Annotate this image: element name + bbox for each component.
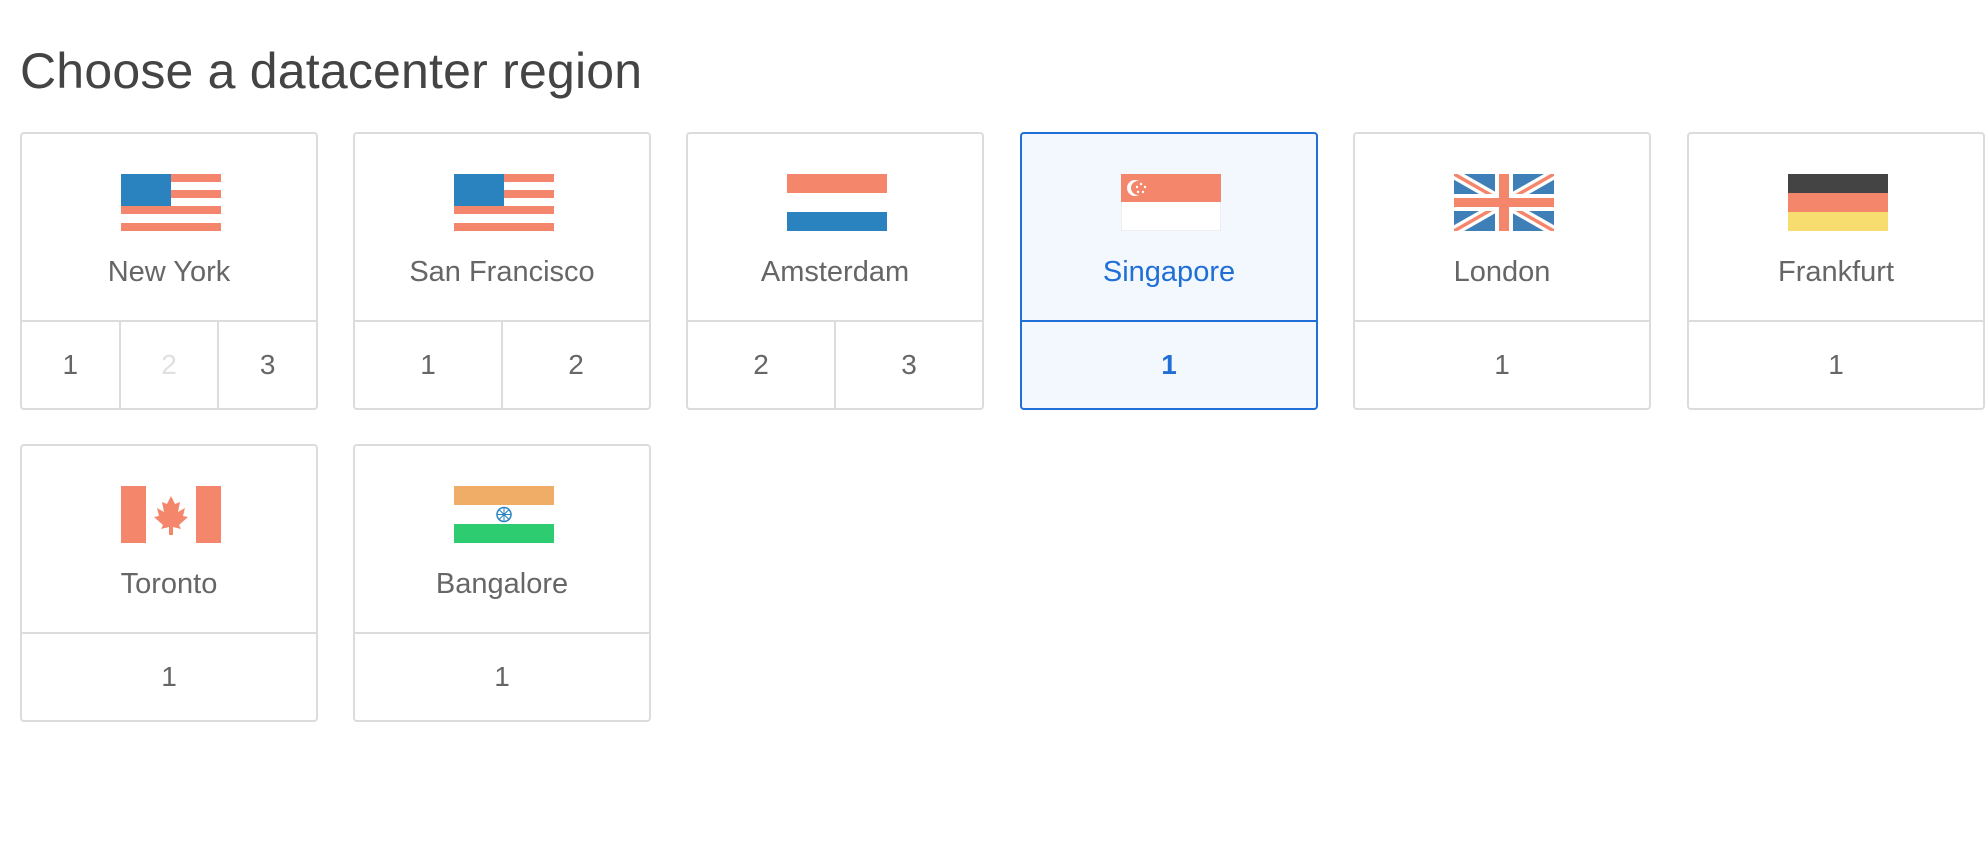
datacenter-option-1[interactable]: 1 — [22, 322, 119, 408]
region-card-toronto[interactable]: Toronto 1 — [20, 444, 318, 722]
us-flag-icon — [121, 174, 221, 231]
us-flag-icon — [454, 174, 554, 231]
india-flag-icon — [454, 486, 554, 543]
germany-flag-icon — [1788, 174, 1888, 231]
region-card-amsterdam[interactable]: Amsterdam 2 3 — [686, 132, 984, 410]
datacenter-option-2[interactable]: 2 — [688, 322, 834, 408]
region-card-london[interactable]: London 1 — [1353, 132, 1651, 410]
region-city-label: Frankfurt — [1777, 256, 1895, 288]
datacenter-option-1[interactable]: 1 — [355, 322, 501, 408]
netherlands-flag-icon — [787, 174, 887, 231]
region-city-label: San Francisco — [409, 256, 595, 288]
region-city-label: Toronto — [120, 568, 218, 600]
datacenter-option-2[interactable]: 2 — [501, 322, 649, 408]
region-card-new-york[interactable]: New York 1 2 3 — [20, 132, 318, 410]
datacenter-option-1[interactable]: 1 — [355, 634, 649, 720]
region-card-bangalore[interactable]: Bangalore 1 — [353, 444, 651, 722]
datacenter-option-3[interactable]: 3 — [217, 322, 316, 408]
singapore-flag-icon — [1121, 174, 1221, 231]
datacenter-option-1[interactable]: 1 — [22, 634, 316, 720]
page-title: Choose a datacenter region — [20, 43, 643, 99]
region-card-san-francisco[interactable]: San Francisco 1 2 — [353, 132, 651, 410]
region-city-label: Amsterdam — [760, 256, 910, 288]
region-city-label: New York — [107, 256, 231, 288]
datacenter-option-1[interactable]: 1 — [1689, 322, 1983, 408]
datacenter-option-3[interactable]: 3 — [834, 322, 982, 408]
region-card-frankfurt[interactable]: Frankfurt 1 — [1687, 132, 1985, 410]
datacenter-option-2-disabled: 2 — [118, 322, 218, 408]
datacenter-option-1-selected[interactable]: 1 — [1022, 322, 1316, 408]
canada-flag-icon — [121, 486, 221, 543]
region-city-label: Bangalore — [435, 568, 569, 600]
region-card-singapore[interactable]: Singapore 1 — [1020, 132, 1318, 410]
datacenter-option-1[interactable]: 1 — [1355, 322, 1649, 408]
uk-flag-icon — [1454, 174, 1554, 231]
region-city-label: London — [1453, 256, 1551, 288]
region-city-label: Singapore — [1102, 256, 1236, 288]
